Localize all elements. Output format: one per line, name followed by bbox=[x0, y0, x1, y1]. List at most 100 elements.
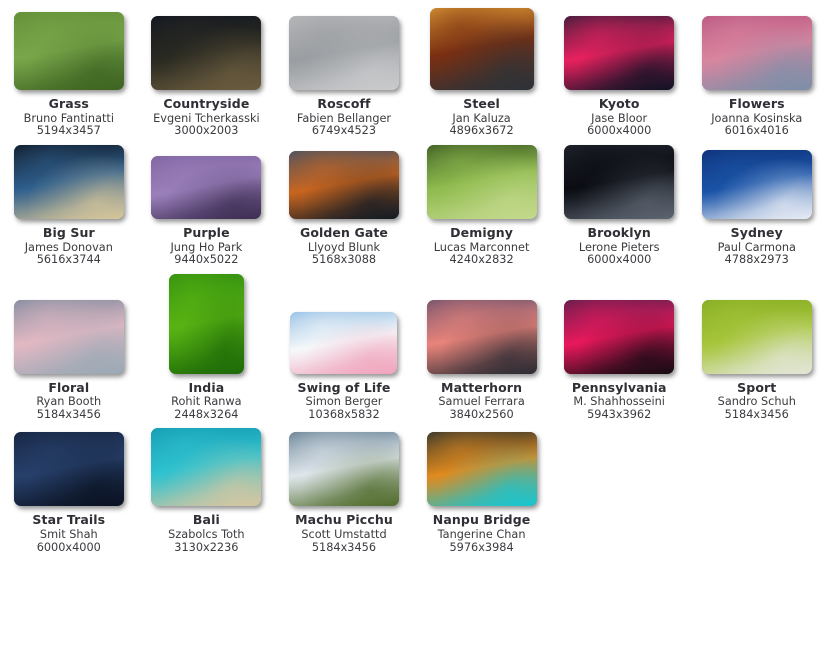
wallpaper-card[interactable]: PennsylvaniaM. Shahhosseini5943x3962 bbox=[550, 266, 688, 421]
thumbnail-sheen bbox=[14, 432, 124, 506]
wallpaper-title: Matterhorn bbox=[438, 382, 524, 397]
wallpaper-title: Purple bbox=[170, 227, 242, 242]
wallpaper-thumbnail[interactable] bbox=[151, 428, 261, 506]
thumbnail-sheen bbox=[14, 12, 124, 90]
wallpaper-card[interactable]: Swing of LifeSimon Berger10368x5832 bbox=[275, 266, 413, 421]
wallpaper-thumbnail[interactable] bbox=[427, 432, 537, 506]
thumbnail-sheen bbox=[702, 150, 812, 219]
wallpaper-thumbnail[interactable] bbox=[702, 150, 812, 219]
thumbnail-sheen bbox=[702, 300, 812, 374]
wallpaper-thumbnail[interactable] bbox=[14, 432, 124, 506]
wallpaper-dimensions: 3840x2560 bbox=[438, 409, 524, 421]
wallpaper-dimensions: 5168x3088 bbox=[300, 254, 388, 266]
thumbnail-sheen bbox=[702, 16, 812, 90]
thumbnail-slot bbox=[14, 145, 124, 219]
wallpaper-thumbnail[interactable] bbox=[14, 300, 124, 374]
wallpaper-card[interactable]: KyotoJase Bloor6000x4000 bbox=[550, 0, 688, 137]
wallpaper-title: Roscoff bbox=[297, 98, 391, 113]
thumbnail-sheen bbox=[151, 16, 261, 90]
wallpaper-meta: FlowersJoanna Kosinska6016x4016 bbox=[711, 90, 802, 137]
wallpaper-card[interactable]: BaliSzabolcs Toth3130x2236 bbox=[138, 420, 276, 553]
wallpaper-card[interactable]: RoscoffFabien Bellanger6749x4523 bbox=[275, 0, 413, 137]
thumbnail-slot bbox=[564, 8, 674, 90]
wallpaper-card[interactable]: BrooklynLerone Pieters6000x4000 bbox=[550, 137, 688, 266]
wallpaper-thumbnail[interactable] bbox=[702, 300, 812, 374]
thumbnail-slot bbox=[14, 274, 124, 374]
wallpaper-meta: Machu PicchuScott Umstattd5184x3456 bbox=[295, 506, 393, 553]
wallpaper-thumbnail[interactable] bbox=[289, 16, 399, 90]
wallpaper-dimensions: 10368x5832 bbox=[298, 409, 391, 421]
wallpaper-thumbnail[interactable] bbox=[564, 16, 674, 90]
wallpaper-card[interactable]: GrassBruno Fantinatti5194x3457 bbox=[0, 0, 138, 137]
wallpaper-thumbnail[interactable] bbox=[702, 16, 812, 90]
wallpaper-card[interactable]: FlowersJoanna Kosinska6016x4016 bbox=[688, 0, 826, 137]
wallpaper-title: India bbox=[171, 382, 241, 397]
wallpaper-thumbnail[interactable] bbox=[427, 300, 537, 374]
wallpaper-title: Flowers bbox=[711, 98, 802, 113]
wallpaper-thumbnail[interactable] bbox=[430, 8, 534, 90]
wallpaper-author: Simon Berger bbox=[298, 396, 391, 409]
thumbnail-slot bbox=[14, 8, 124, 90]
wallpaper-card[interactable]: Star TrailsSmit Shah6000x4000 bbox=[0, 420, 138, 553]
wallpaper-dimensions: 4896x3672 bbox=[449, 125, 513, 137]
thumbnail-slot bbox=[702, 8, 812, 90]
thumbnail-sheen bbox=[564, 145, 674, 219]
wallpaper-card[interactable]: Nanpu BridgeTangerine Chan5976x3984 bbox=[413, 420, 551, 553]
wallpaper-title: Golden Gate bbox=[300, 227, 388, 242]
wallpaper-dimensions: 6016x4016 bbox=[711, 125, 802, 137]
wallpaper-card[interactable]: FloralRyan Booth5184x3456 bbox=[0, 266, 138, 421]
wallpaper-dimensions: 5184x3456 bbox=[718, 409, 796, 421]
wallpaper-card[interactable]: CountrysideEvgeni Tcherkasski3000x2003 bbox=[138, 0, 276, 137]
wallpaper-dimensions: 6000x4000 bbox=[579, 254, 660, 266]
wallpaper-title: Star Trails bbox=[32, 514, 105, 529]
wallpaper-thumbnail[interactable] bbox=[564, 300, 674, 374]
wallpaper-gallery: GrassBruno Fantinatti5194x3457Countrysid… bbox=[0, 0, 826, 553]
wallpaper-author: Smit Shah bbox=[32, 529, 105, 542]
wallpaper-author: Tangerine Chan bbox=[433, 529, 531, 542]
wallpaper-meta: KyotoJase Bloor6000x4000 bbox=[587, 90, 651, 137]
wallpaper-card[interactable]: Machu PicchuScott Umstattd5184x3456 bbox=[275, 420, 413, 553]
wallpaper-title: Grass bbox=[24, 98, 114, 113]
wallpaper-meta: MatterhornSamuel Ferrara3840x2560 bbox=[438, 374, 524, 421]
empty-cell bbox=[550, 420, 688, 428]
wallpaper-thumbnail[interactable] bbox=[151, 156, 261, 219]
wallpaper-author: M. Shahhosseini bbox=[572, 396, 667, 409]
wallpaper-thumbnail[interactable] bbox=[290, 312, 397, 374]
wallpaper-title: Big Sur bbox=[25, 227, 113, 242]
thumbnail-slot bbox=[289, 8, 399, 90]
wallpaper-dimensions: 3130x2236 bbox=[168, 542, 244, 554]
wallpaper-card[interactable]: SydneyPaul Carmona4788x2973 bbox=[688, 137, 826, 266]
wallpaper-thumbnail[interactable] bbox=[289, 432, 399, 506]
wallpaper-card[interactable]: Golden GateLlyoyd Blunk5168x3088 bbox=[275, 137, 413, 266]
wallpaper-card[interactable]: SportSandro Schuh5184x3456 bbox=[688, 266, 826, 421]
wallpaper-dimensions: 5184x3456 bbox=[36, 409, 101, 421]
wallpaper-dimensions: 5616x3744 bbox=[25, 254, 113, 266]
gallery-row: GrassBruno Fantinatti5194x3457Countrysid… bbox=[0, 0, 826, 137]
wallpaper-title: Swing of Life bbox=[298, 382, 391, 397]
wallpaper-thumbnail[interactable] bbox=[564, 145, 674, 219]
wallpaper-card[interactable]: IndiaRohit Ranwa2448x3264 bbox=[138, 266, 276, 421]
empty-cell bbox=[688, 420, 826, 428]
thumbnail-sheen bbox=[427, 300, 537, 374]
wallpaper-thumbnail[interactable] bbox=[427, 145, 537, 219]
wallpaper-card[interactable]: MatterhornSamuel Ferrara3840x2560 bbox=[413, 266, 551, 421]
wallpaper-meta: IndiaRohit Ranwa2448x3264 bbox=[171, 374, 241, 421]
wallpaper-card[interactable]: SteelJan Kaluza4896x3672 bbox=[413, 0, 551, 137]
wallpaper-thumbnail[interactable] bbox=[151, 16, 261, 90]
wallpaper-card[interactable]: PurpleJung Ho Park9440x5022 bbox=[138, 137, 276, 266]
thumbnail-slot bbox=[290, 274, 397, 374]
thumbnail-slot bbox=[151, 145, 261, 219]
wallpaper-meta: RoscoffFabien Bellanger6749x4523 bbox=[297, 90, 391, 137]
thumbnail-sheen bbox=[14, 145, 124, 219]
wallpaper-thumbnail[interactable] bbox=[289, 151, 399, 219]
wallpaper-author: Sandro Schuh bbox=[718, 396, 796, 409]
thumbnail-sheen bbox=[151, 156, 261, 219]
thumbnail-sheen bbox=[289, 151, 399, 219]
wallpaper-thumbnail[interactable] bbox=[14, 145, 124, 219]
wallpaper-card[interactable]: DemignyLucas Marconnet4240x2832 bbox=[413, 137, 551, 266]
wallpaper-thumbnail[interactable] bbox=[14, 12, 124, 90]
wallpaper-card[interactable]: Big SurJames Donovan5616x3744 bbox=[0, 137, 138, 266]
wallpaper-title: Nanpu Bridge bbox=[433, 514, 531, 529]
wallpaper-meta: Swing of LifeSimon Berger10368x5832 bbox=[298, 374, 391, 421]
wallpaper-thumbnail[interactable] bbox=[169, 274, 244, 374]
